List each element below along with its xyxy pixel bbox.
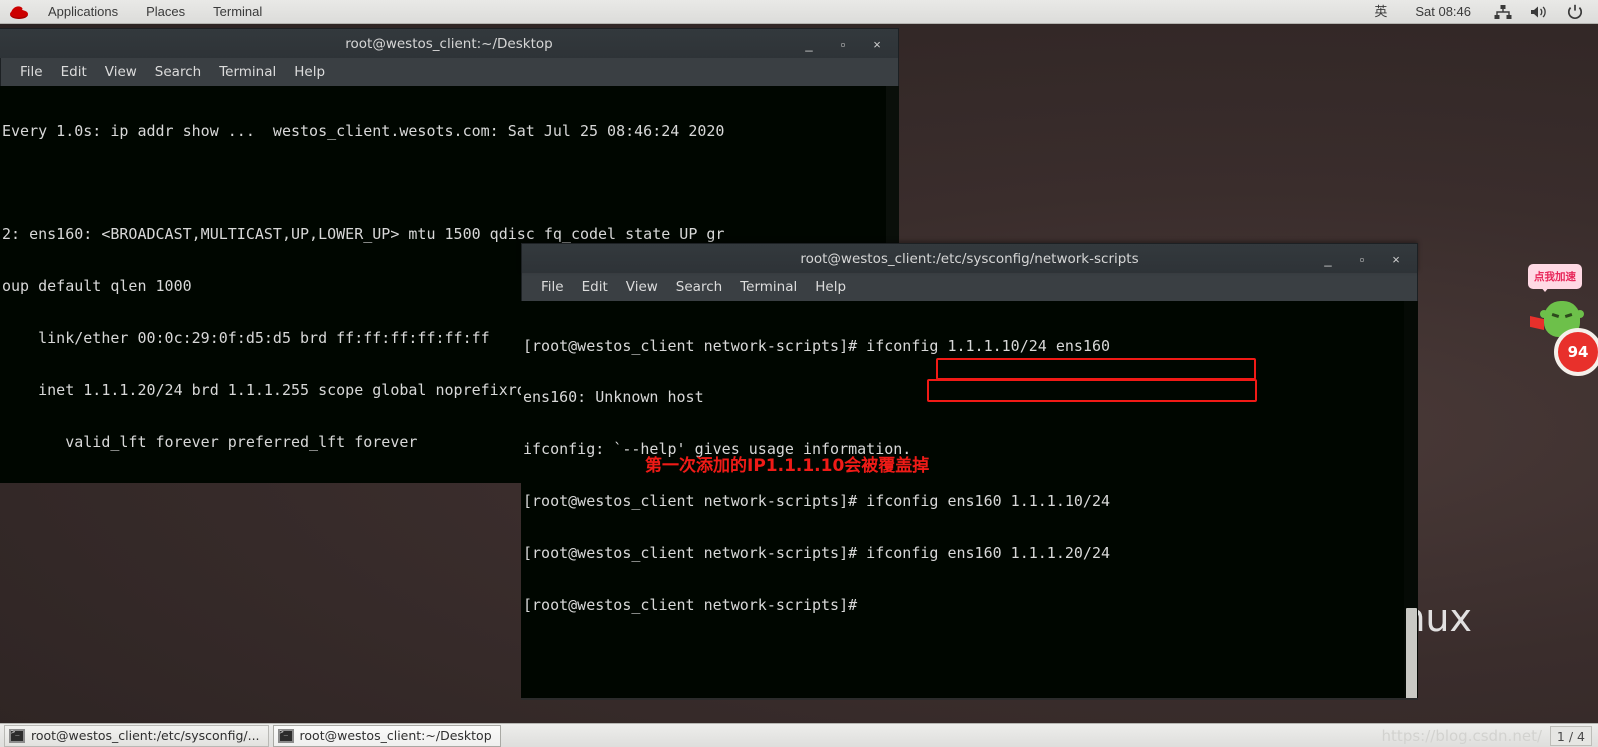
- network-icon[interactable]: [1485, 4, 1521, 19]
- back-window-menubar: File Edit View Search Terminal Help: [0, 58, 899, 86]
- menu-places[interactable]: Places: [132, 0, 199, 24]
- back-window-controls: _ ▫ ×: [792, 29, 894, 59]
- menu-view[interactable]: View: [617, 273, 667, 301]
- ad-mascot-eye-right: [1564, 312, 1573, 318]
- front-window-controls: _ ▫ ×: [1311, 244, 1413, 274]
- terminal-line: [root@westos_client network-scripts]# if…: [523, 544, 1110, 563]
- minimize-button[interactable]: _: [792, 29, 826, 59]
- ad-bubble-text[interactable]: 点我加速: [1530, 266, 1580, 292]
- front-window-title: root@westos_client:/etc/sysconfig/networ…: [800, 250, 1139, 267]
- top-panel-right: 英 Sat 08:46: [1360, 0, 1598, 24]
- menu-terminal[interactable]: Terminal: [210, 58, 285, 86]
- clock[interactable]: Sat 08:46: [1401, 0, 1485, 24]
- maximize-button[interactable]: ▫: [826, 29, 860, 59]
- menu-view[interactable]: View: [96, 58, 146, 86]
- taskbar-item-network-scripts[interactable]: root@westos_client:/etc/sysconfig/...: [4, 724, 269, 747]
- volume-icon[interactable]: [1521, 5, 1558, 19]
- front-terminal-scrollbar[interactable]: [1404, 301, 1418, 698]
- menu-search[interactable]: Search: [146, 58, 210, 86]
- close-button[interactable]: ×: [1379, 244, 1413, 274]
- menu-terminal[interactable]: Terminal: [731, 273, 806, 301]
- front-terminal-output[interactable]: [root@westos_client network-scripts]# if…: [521, 301, 1418, 698]
- floating-ad-widget[interactable]: 点我加速 94: [1518, 266, 1598, 376]
- power-icon[interactable]: [1558, 4, 1592, 20]
- terminal-line: 2: ens160: <BROADCAST,MULTICAST,UP,LOWER…: [2, 225, 725, 244]
- menu-help[interactable]: Help: [806, 273, 855, 301]
- terminal-line: [root@westos_client network-scripts]# if…: [523, 336, 1110, 355]
- terminal-line: [root@westos_client network-scripts]#: [523, 596, 867, 615]
- menu-terminal[interactable]: Terminal: [199, 0, 276, 24]
- terminal-line: [root@westos_client network-scripts]# if…: [523, 492, 1110, 511]
- top-panel: Applications Places Terminal 英 Sat 08:46: [0, 0, 1598, 24]
- highlight-box-command-1: [936, 358, 1256, 380]
- terminal-icon: [277, 728, 294, 743]
- terminal-icon: [9, 728, 25, 743]
- back-window-titlebar[interactable]: root@westos_client:~/Desktop _ ▫ ×: [0, 28, 899, 58]
- maximize-button[interactable]: ▫: [1345, 244, 1379, 274]
- workspace-indicator[interactable]: 1 / 4: [1549, 726, 1592, 746]
- ad-mascot-eye-left: [1551, 312, 1560, 318]
- menu-applications[interactable]: Applications: [34, 0, 132, 24]
- annotation-text: 第一次添加的IP1.1.1.10会被覆盖掉: [645, 456, 930, 476]
- ad-flag-icon: [1530, 316, 1544, 330]
- input-method-indicator[interactable]: 英: [1360, 0, 1401, 24]
- redhat-logo-icon: [8, 0, 34, 24]
- taskbar-item-desktop[interactable]: root@westos_client:~/Desktop: [272, 724, 501, 747]
- front-window-menubar: File Edit View Search Terminal Help: [521, 273, 1418, 301]
- taskbar-item-label: root@westos_client:/etc/sysconfig/...: [31, 728, 260, 743]
- front-window-titlebar[interactable]: root@westos_client:/etc/sysconfig/networ…: [521, 243, 1418, 273]
- menu-help[interactable]: Help: [285, 58, 334, 86]
- terminal-line: ens160: Unknown host: [523, 388, 704, 407]
- menu-file[interactable]: File: [11, 58, 52, 86]
- menu-edit[interactable]: Edit: [573, 273, 617, 301]
- terminal-line: Every 1.0s: ip addr show ... westos_clie…: [2, 121, 725, 140]
- back-window-title: root@westos_client:~/Desktop: [345, 35, 553, 52]
- close-button[interactable]: ×: [860, 29, 894, 59]
- menu-file[interactable]: File: [532, 273, 573, 301]
- menu-search[interactable]: Search: [667, 273, 731, 301]
- taskbar: root@westos_client:/etc/sysconfig/... ro…: [0, 723, 1598, 747]
- terminal-window-network-scripts[interactable]: root@westos_client:/etc/sysconfig/networ…: [521, 243, 1418, 700]
- menu-edit[interactable]: Edit: [52, 58, 96, 86]
- ad-badge-number[interactable]: 94: [1554, 328, 1598, 376]
- top-panel-left: Applications Places Terminal: [0, 0, 276, 24]
- taskbar-item-label: root@westos_client:~/Desktop: [299, 728, 492, 743]
- front-terminal-scroll-thumb[interactable]: [1406, 608, 1417, 698]
- minimize-button[interactable]: _: [1311, 244, 1345, 274]
